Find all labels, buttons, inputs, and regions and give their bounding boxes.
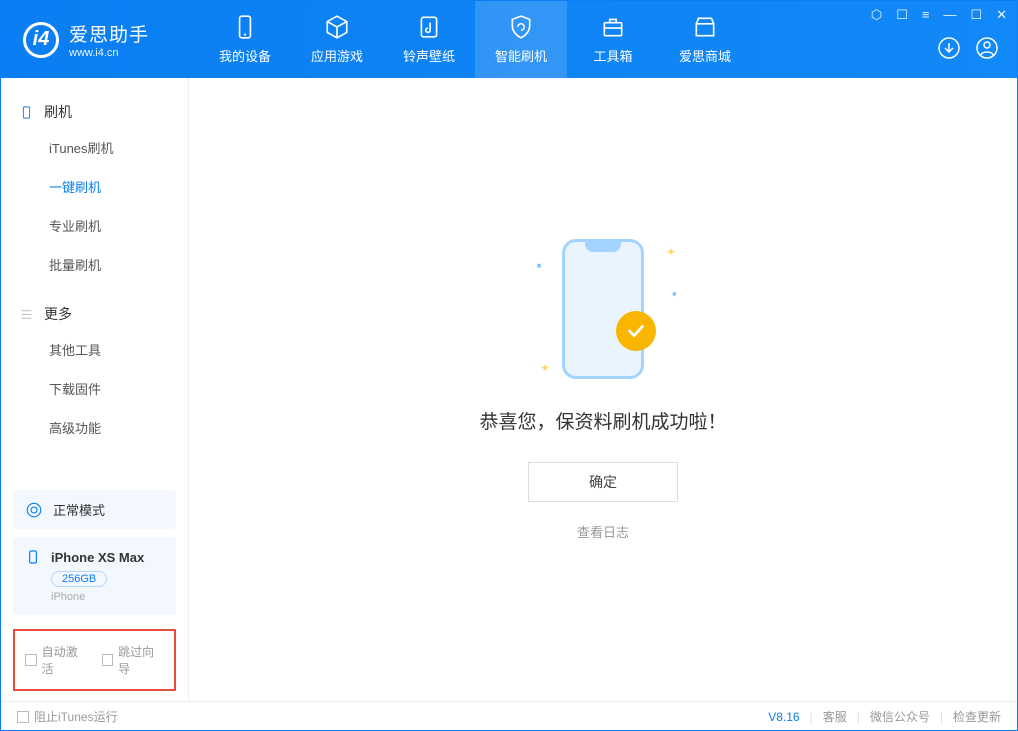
maximize-icon[interactable]: ☐	[970, 7, 982, 23]
wechat-link[interactable]: 微信公众号	[870, 708, 930, 725]
close-icon[interactable]: ✕	[996, 7, 1007, 23]
skin-icon[interactable]: ⬡	[871, 7, 882, 23]
sidebar-item-pro-flash[interactable]: 专业刷机	[1, 206, 188, 245]
tab-mydevice[interactable]: 我的设备	[199, 1, 291, 78]
checkbox-icon	[17, 711, 29, 723]
update-link[interactable]: 检查更新	[953, 708, 1001, 725]
sidebar-item-advanced[interactable]: 高级功能	[1, 408, 188, 447]
phone-icon	[232, 14, 258, 40]
checkmark-badge-icon	[616, 311, 656, 351]
sidebar-item-batch-flash[interactable]: 批量刷机	[1, 245, 188, 284]
device-type: iPhone	[51, 591, 164, 603]
main-content: ✦ ✦ ✦ ✦ 恭喜您，保资料刷机成功啦！ 确定 查看日志	[189, 78, 1017, 701]
tab-toolbox[interactable]: 工具箱	[567, 1, 659, 78]
sidebar-item-download-firmware[interactable]: 下载固件	[1, 369, 188, 408]
device-name: iPhone XS Max	[51, 550, 144, 565]
menu-icon[interactable]: ≡	[922, 7, 930, 23]
shield-refresh-icon	[508, 14, 534, 40]
checkbox-icon	[102, 654, 114, 666]
phone-small-icon	[25, 549, 41, 565]
minimize-icon[interactable]: —	[943, 7, 956, 23]
app-name: 爱思助手	[69, 20, 149, 47]
checkbox-auto-activate[interactable]: 自动激活	[25, 643, 88, 677]
phone-illustration	[562, 239, 644, 379]
music-file-icon	[416, 14, 442, 40]
tab-flash[interactable]: 智能刷机	[475, 1, 567, 78]
checkbox-skip-guide[interactable]: 跳过向导	[102, 643, 165, 677]
store-icon	[692, 14, 718, 40]
device-icon	[19, 105, 34, 120]
sidebar-item-oneclick-flash[interactable]: 一键刷机	[1, 167, 188, 206]
support-link[interactable]: 客服	[823, 708, 847, 725]
sidebar-group-flash: 刷机	[1, 96, 188, 128]
version-label: V8.16	[768, 710, 799, 724]
feedback-icon[interactable]: ☐	[896, 7, 908, 23]
cube-icon	[324, 14, 350, 40]
sparkle-icon: ✦	[531, 259, 545, 273]
app-url: www.i4.cn	[69, 47, 149, 59]
user-icon[interactable]	[975, 36, 999, 60]
sparkle-icon: ✦	[540, 361, 550, 375]
sidebar: 刷机 iTunes刷机 一键刷机 专业刷机 批量刷机 更多 其他工具 下载固件 …	[1, 78, 189, 701]
sync-icon	[25, 501, 43, 519]
nav-tabs: 我的设备 应用游戏 铃声壁纸 智能刷机 工具箱 爱思商城	[199, 1, 751, 78]
window-controls: ⬡ ☐ ≡ — ☐ ✕	[871, 7, 1007, 23]
logo-area: i4 爱思助手 www.i4.cn	[1, 20, 199, 59]
logo-icon: i4	[23, 22, 59, 58]
app-header: i4 爱思助手 www.i4.cn 我的设备 应用游戏 铃声壁纸 智能刷机 工具…	[1, 1, 1017, 78]
toolbox-icon	[600, 14, 626, 40]
header-actions	[937, 36, 999, 60]
list-icon	[19, 307, 34, 322]
success-message: 恭喜您，保资料刷机成功啦！	[479, 407, 726, 434]
checkbox-block-itunes[interactable]: 阻止iTunes运行	[17, 708, 118, 725]
ok-button[interactable]: 确定	[528, 462, 678, 502]
view-log-link[interactable]: 查看日志	[577, 522, 629, 541]
device-mode-card[interactable]: 正常模式	[13, 490, 176, 529]
sidebar-item-itunes-flash[interactable]: iTunes刷机	[1, 128, 188, 167]
tab-apps[interactable]: 应用游戏	[291, 1, 383, 78]
sparkle-icon: ✦	[666, 245, 676, 259]
options-highlight-box: 自动激活 跳过向导	[13, 629, 176, 691]
device-info-card[interactable]: iPhone XS Max 256GB iPhone	[13, 537, 176, 615]
success-illustration: ✦ ✦ ✦ ✦	[562, 239, 644, 379]
tab-store[interactable]: 爱思商城	[659, 1, 751, 78]
sparkle-icon: ✦	[668, 287, 681, 300]
footer: 阻止iTunes运行 V8.16 | 客服 | 微信公众号 | 检查更新	[1, 701, 1017, 731]
tab-ringtones[interactable]: 铃声壁纸	[383, 1, 475, 78]
checkbox-icon	[25, 654, 37, 666]
download-icon[interactable]	[937, 36, 961, 60]
device-storage: 256GB	[51, 571, 107, 587]
sidebar-group-more: 更多	[1, 298, 188, 330]
sidebar-item-other-tools[interactable]: 其他工具	[1, 330, 188, 369]
